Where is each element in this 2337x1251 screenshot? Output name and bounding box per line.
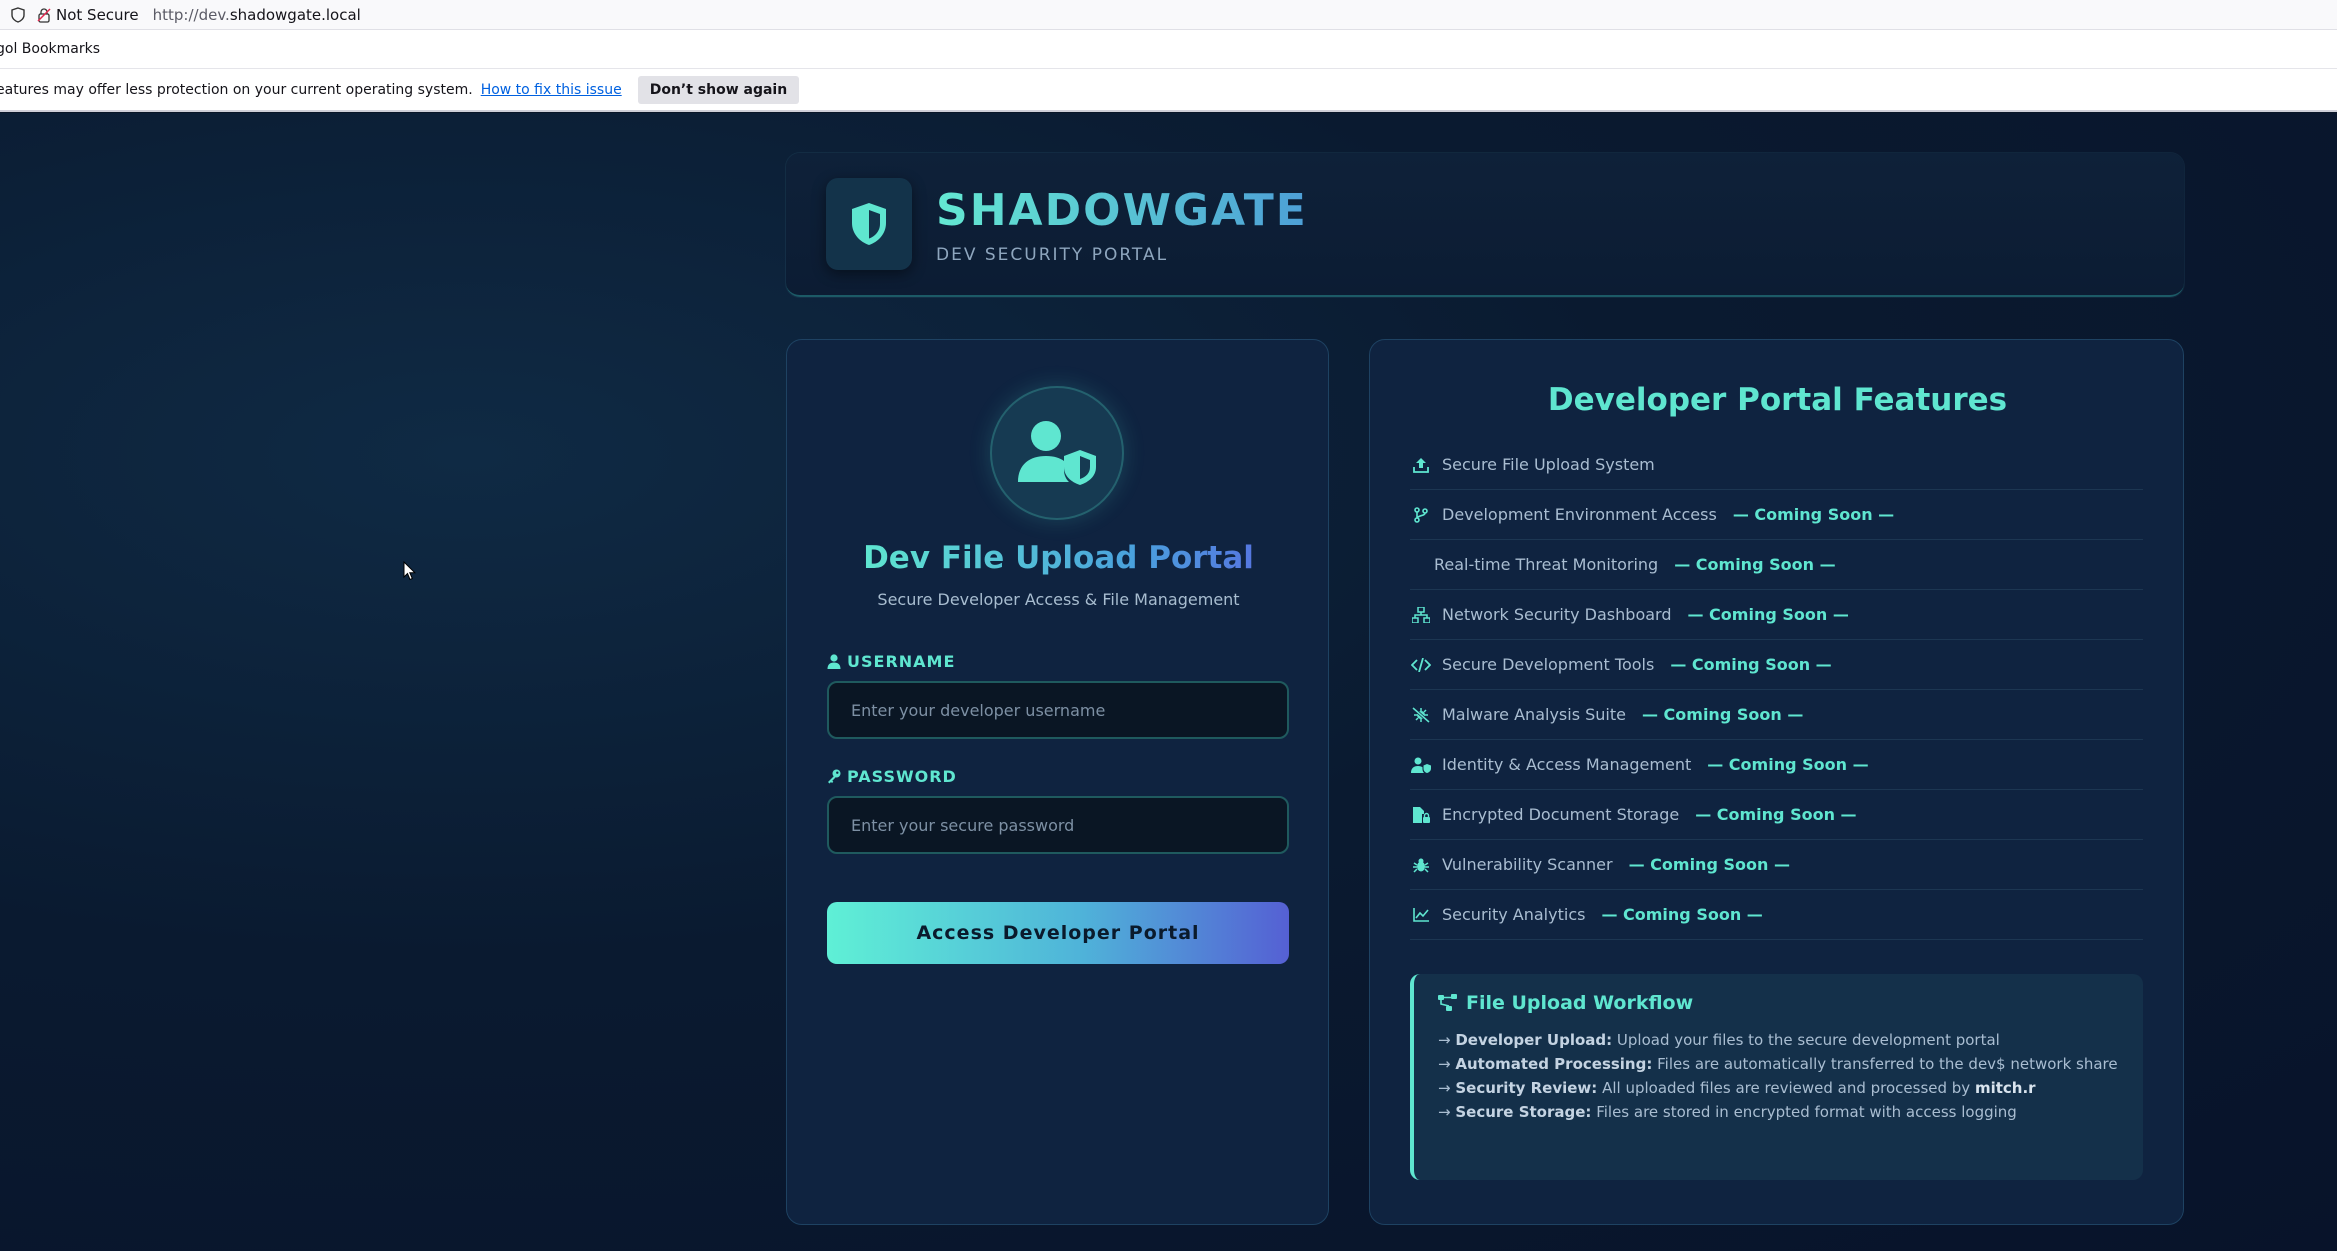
chart-line-icon (1410, 906, 1432, 924)
coming-soon-badge: — Coming Soon — (1670, 655, 1832, 674)
user-shield-icon (1410, 756, 1432, 774)
feature-label: Development Environment Access (1442, 505, 1717, 524)
workflow-step-text: Files are automatically transferred to t… (1657, 1055, 2118, 1073)
feature-item: Real-time Threat Monitoring — Coming Soon… (1410, 540, 2143, 590)
feature-list: Secure File Upload System Development Env… (1410, 440, 2143, 940)
bug-icon (1410, 856, 1432, 874)
workflow-title: File Upload Workflow (1438, 992, 2119, 1014)
avatar (990, 386, 1124, 520)
user-shield-icon (1018, 421, 1096, 485)
feature-label: Malware Analysis Suite (1442, 705, 1626, 724)
how-to-fix-link[interactable]: How to fix this issue (481, 82, 622, 98)
upload-icon (1410, 456, 1432, 474)
url-text[interactable]: http://dev.shadowgate.local (153, 6, 361, 24)
workflow-step-text: Upload your files to the secure developm… (1616, 1031, 2000, 1049)
page-body: SHADOWGATE DEV SECURITY PORTAL Dev File … (0, 113, 2337, 1251)
workflow-step-head: Security Review: (1455, 1079, 1598, 1097)
username-label: USERNAME (827, 652, 955, 671)
file-lock-icon (1410, 806, 1432, 824)
workflow-step-text: All uploaded files are reviewed and proc… (1602, 1079, 1971, 1097)
username-label-text: USERNAME (847, 652, 956, 671)
code-branch-icon (1410, 506, 1432, 524)
arrow-icon: → (1438, 1103, 1451, 1121)
password-label-text: PASSWORD (847, 767, 957, 786)
feature-item: Identity & Access Management — Coming Soo… (1410, 740, 2143, 790)
feature-item: Encrypted Document Storage — Coming Soon … (1410, 790, 2143, 840)
workflow-step-head: Automated Processing: (1455, 1055, 1653, 1073)
access-portal-button[interactable]: Access Developer Portal (827, 902, 1289, 964)
workflow-step: → Automated Processing: Files are automa… (1438, 1052, 2119, 1076)
coming-soon-badge: — Coming Soon — (1628, 855, 1790, 874)
feature-item: Malware Analysis Suite — Coming Soon — (1410, 690, 2143, 740)
notice-text: eatures may offer less protection on you… (0, 81, 473, 98)
virus-slash-icon (1410, 706, 1432, 724)
workflow-step-head: Secure Storage: (1455, 1103, 1592, 1121)
workflow-step: → Security Review: All uploaded files ar… (1438, 1076, 2119, 1100)
features-title: Developer Portal Features (1547, 382, 2008, 418)
workflow-steps: → Developer Upload: Upload your files to… (1438, 1028, 2119, 1124)
workflow-step-head: Developer Upload: (1455, 1031, 1613, 1049)
coming-soon-badge: — Coming Soon — (1601, 905, 1763, 924)
logo (826, 178, 912, 270)
feature-item: Secure File Upload System (1410, 440, 2143, 490)
login-subtitle: Secure Developer Access & File Managemen… (877, 590, 1240, 609)
login-title-text: Dev File Upload Portal (863, 540, 1254, 576)
user-icon (827, 654, 841, 669)
feature-item: Vulnerability Scanner — Coming Soon — (1410, 840, 2143, 890)
arrow-icon: → (1438, 1079, 1451, 1097)
bookmarks-bar: gol Bookmarks (0, 30, 2337, 68)
not-secure-label: Not Secure (56, 5, 139, 24)
coming-soon-badge: — Coming Soon — (1687, 605, 1849, 624)
coming-soon-badge: — Coming Soon — (1674, 555, 1836, 574)
features-card: Developer Portal Features Secure File Up… (1369, 339, 2184, 1225)
feature-icon-placeholder (1420, 556, 1424, 574)
feature-label: Real-time Threat Monitoring (1434, 555, 1659, 574)
workflow-panel: File Upload Workflow → Developer Upload:… (1410, 974, 2143, 1180)
login-title: Dev File Upload Portal (787, 540, 1330, 576)
coming-soon-badge: — Coming Soon — (1641, 705, 1804, 724)
os-support-notice: eatures may offer less protection on you… (0, 68, 2337, 112)
sitemap-icon (1438, 994, 1457, 1011)
feature-item: Development Environment Access — Coming S… (1410, 490, 2143, 540)
feature-label: Encrypted Document Storage (1442, 805, 1680, 824)
workflow-step: → Secure Storage: Files are stored in en… (1438, 1100, 2119, 1124)
feature-label: Secure Development Tools (1442, 655, 1655, 674)
code-icon (1410, 656, 1432, 674)
brand-subtitle: DEV SECURITY PORTAL (936, 245, 1169, 265)
login-card: Dev File Upload Portal Secure Developer … (786, 339, 1329, 1225)
workflow-title-text: File Upload Workflow (1466, 992, 1694, 1014)
feature-label: Network Security Dashboard (1442, 605, 1672, 624)
feature-label: Secure File Upload System (1442, 455, 1655, 474)
password-label: PASSWORD (827, 767, 957, 786)
feature-label: Security Analytics (1442, 905, 1586, 924)
bookmarks-folder[interactable]: gol Bookmarks (0, 41, 100, 57)
coming-soon-badge: — Coming Soon — (1732, 505, 1895, 524)
key-icon (828, 769, 841, 784)
coming-soon-badge: — Coming Soon — (1707, 755, 1869, 774)
workflow-step-text: Files are stored in encrypted format wit… (1596, 1103, 2017, 1121)
portal-header: SHADOWGATE DEV SECURITY PORTAL (786, 153, 2184, 297)
feature-item: Secure Development Tools — Coming Soon — (1410, 640, 2143, 690)
shield-logo-icon (852, 203, 886, 245)
url-prefix: http://dev. (152, 5, 230, 24)
reviewer-name: mitch.r (1974, 1079, 2036, 1097)
username-input[interactable] (827, 681, 1289, 739)
mouse-cursor-icon (403, 561, 417, 581)
dont-show-again-button[interactable]: Don’t show again (637, 75, 800, 104)
arrow-icon: → (1438, 1055, 1451, 1073)
workflow-step: → Developer Upload: Upload your files to… (1438, 1028, 2119, 1052)
brand-name: SHADOWGATE (936, 185, 1308, 236)
feature-item: Network Security Dashboard — Coming Soon … (1410, 590, 2143, 640)
feature-label: Identity & Access Management (1442, 755, 1692, 774)
feature-item: Security Analytics — Coming Soon — (1410, 890, 2143, 940)
network-icon (1410, 606, 1432, 624)
password-input[interactable] (827, 796, 1289, 854)
arrow-icon: → (1438, 1031, 1451, 1049)
coming-soon-badge: — Coming Soon — (1695, 805, 1857, 824)
insecure-lock-icon[interactable] (36, 7, 52, 23)
feature-label: Vulnerability Scanner (1442, 855, 1613, 874)
url-domain: shadowgate.local (229, 5, 361, 24)
tracking-shield-icon[interactable] (10, 6, 26, 23)
browser-url-bar[interactable]: Not Secure http://dev.shadowgate.local (0, 0, 2337, 30)
